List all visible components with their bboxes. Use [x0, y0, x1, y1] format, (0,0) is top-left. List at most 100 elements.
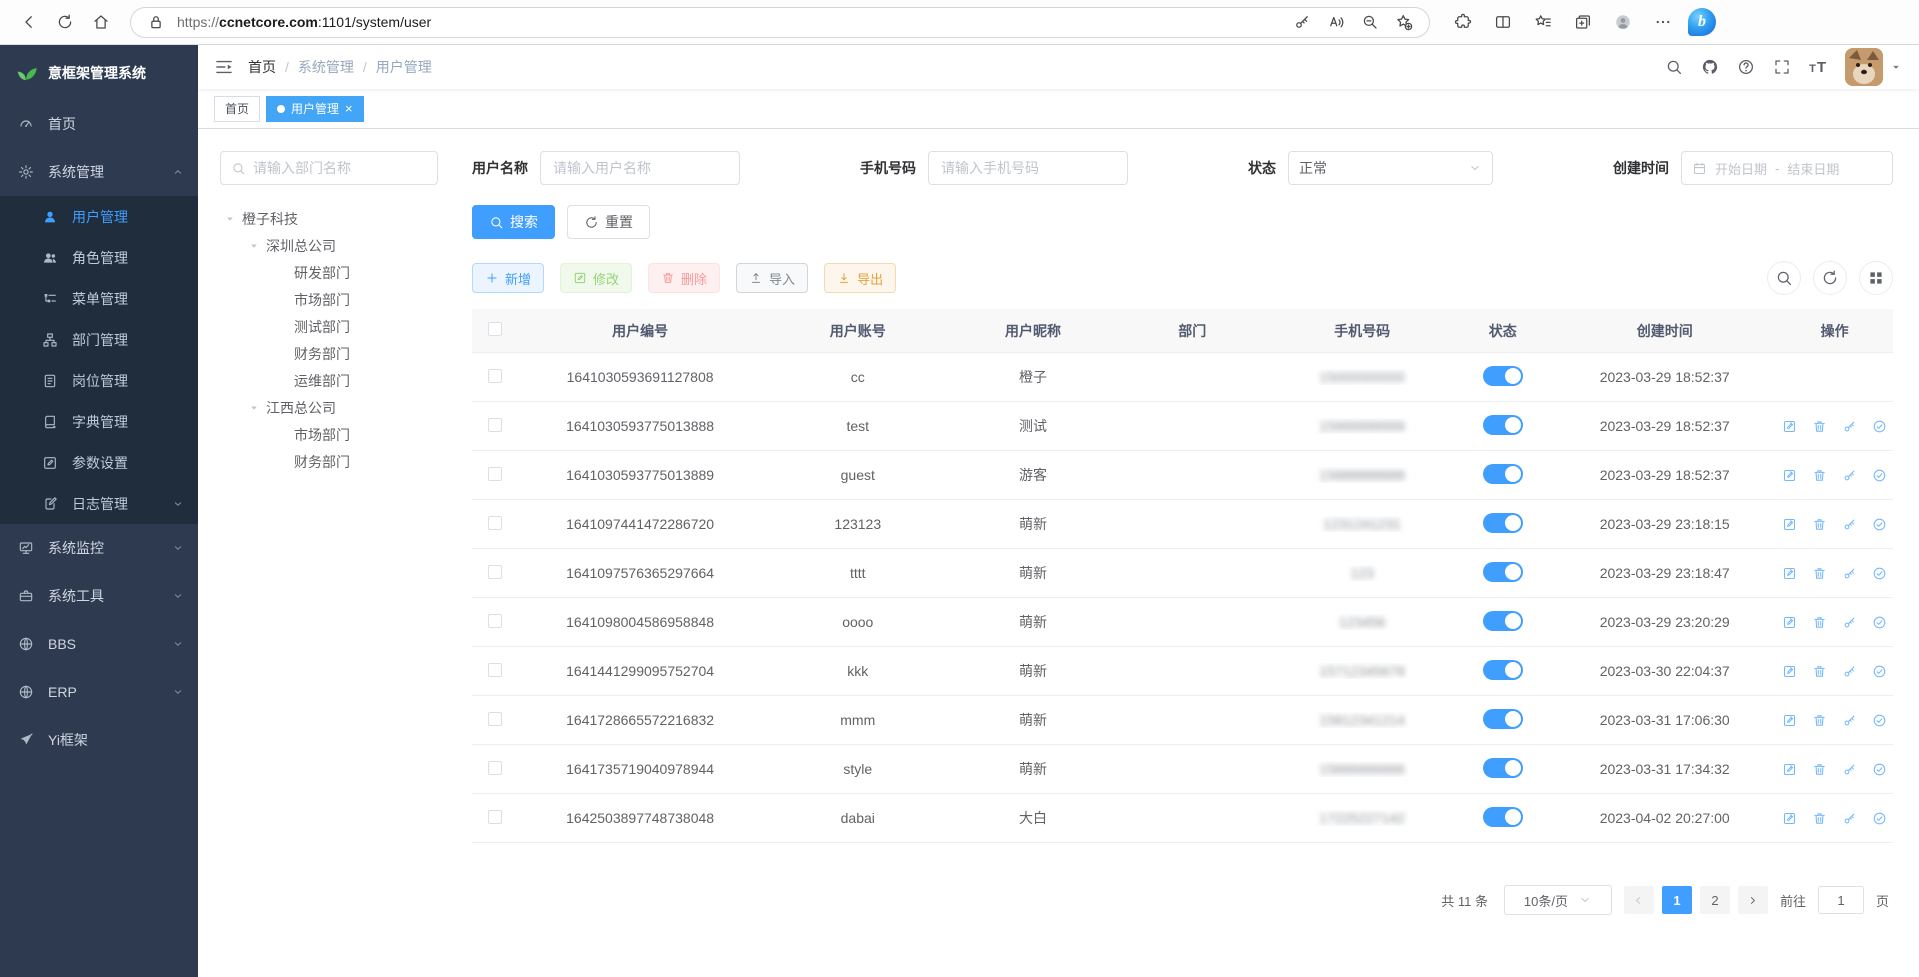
- delete-row-icon[interactable]: [1812, 517, 1827, 532]
- sidebar-item-用户管理[interactable]: 用户管理: [0, 196, 198, 237]
- tab-首页[interactable]: 首页: [214, 96, 260, 122]
- edit-row-icon[interactable]: [1782, 762, 1797, 777]
- status-toggle[interactable]: [1483, 464, 1523, 484]
- sidebar-item-Yi框架[interactable]: Yi框架: [0, 716, 198, 764]
- sidebar-item-角色管理[interactable]: 角色管理: [0, 237, 198, 278]
- row-checkbox[interactable]: [488, 369, 502, 383]
- export-button[interactable]: 导出: [824, 263, 896, 293]
- status-toggle[interactable]: [1483, 709, 1523, 729]
- read-aloud-icon[interactable]: [1323, 9, 1349, 35]
- address-bar[interactable]: https://ccnetcore.com:1101/system/user: [130, 7, 1430, 38]
- reset-password-icon[interactable]: [1842, 664, 1857, 679]
- row-checkbox[interactable]: [488, 614, 502, 628]
- reset-password-icon[interactable]: [1842, 615, 1857, 630]
- sidebar-item-ERP[interactable]: ERP: [0, 668, 198, 716]
- home-icon[interactable]: [86, 7, 116, 37]
- edit-row-icon[interactable]: [1782, 615, 1797, 630]
- edit-row-icon[interactable]: [1782, 468, 1797, 483]
- extensions-icon[interactable]: [1448, 7, 1478, 37]
- tree-node-深圳总公司[interactable]: 深圳总公司: [220, 232, 438, 259]
- dept-search-input[interactable]: [253, 160, 427, 176]
- status-toggle[interactable]: [1483, 366, 1523, 386]
- edit-row-icon[interactable]: [1782, 566, 1797, 581]
- edit-row-icon[interactable]: [1782, 713, 1797, 728]
- sidebar-item-字典管理[interactable]: 字典管理: [0, 401, 198, 442]
- sidebar-item-系统管理[interactable]: 系统管理: [0, 148, 198, 196]
- reset-password-icon[interactable]: [1842, 468, 1857, 483]
- sidebar-item-BBS[interactable]: BBS: [0, 620, 198, 668]
- tree-node-市场部门[interactable]: 市场部门: [220, 286, 438, 313]
- toggle-search-button[interactable]: [1767, 261, 1801, 295]
- reset-password-icon[interactable]: [1842, 762, 1857, 777]
- font-size-icon[interactable]: TT: [1809, 59, 1827, 76]
- sidebar-item-菜单管理[interactable]: 菜单管理: [0, 278, 198, 319]
- reset-password-icon[interactable]: [1842, 566, 1857, 581]
- select-all-checkbox[interactable]: [488, 322, 502, 336]
- assign-role-icon[interactable]: [1872, 468, 1887, 483]
- delete-row-icon[interactable]: [1812, 762, 1827, 777]
- edit-row-icon[interactable]: [1782, 419, 1797, 434]
- assign-role-icon[interactable]: [1872, 762, 1887, 777]
- status-toggle[interactable]: [1483, 807, 1523, 827]
- delete-row-icon[interactable]: [1812, 713, 1827, 728]
- status-toggle[interactable]: [1483, 415, 1523, 435]
- delete-button[interactable]: 删除: [648, 263, 720, 293]
- sidebar-item-部门管理[interactable]: 部门管理: [0, 319, 198, 360]
- reset-password-icon[interactable]: [1842, 713, 1857, 728]
- tree-node-橙子科技[interactable]: 橙子科技: [220, 205, 438, 232]
- tree-expand-caret-icon[interactable]: [248, 402, 260, 414]
- breadcrumb-item[interactable]: 系统管理: [298, 57, 354, 77]
- delete-row-icon[interactable]: [1812, 419, 1827, 434]
- next-page-button[interactable]: [1738, 886, 1768, 914]
- split-screen-icon[interactable]: [1488, 7, 1518, 37]
- refresh-icon[interactable]: [50, 7, 80, 37]
- assign-role-icon[interactable]: [1872, 615, 1887, 630]
- password-key-icon[interactable]: [1289, 9, 1315, 35]
- avatar[interactable]: [1845, 48, 1883, 86]
- tree-node-运维部门[interactable]: 运维部门: [220, 367, 438, 394]
- assign-role-icon[interactable]: [1872, 517, 1887, 532]
- tree-node-财务部门[interactable]: 财务部门: [220, 448, 438, 475]
- phone-input[interactable]: [928, 151, 1128, 185]
- status-toggle[interactable]: [1483, 758, 1523, 778]
- search-button[interactable]: 搜索: [472, 205, 555, 239]
- zoom-out-icon[interactable]: [1357, 9, 1383, 35]
- import-button[interactable]: 导入: [736, 263, 808, 293]
- sidebar-toggle-icon[interactable]: [214, 57, 234, 77]
- browser-menu-icon[interactable]: [1648, 7, 1678, 37]
- breadcrumb-item[interactable]: 首页: [248, 57, 276, 77]
- assign-role-icon[interactable]: [1872, 811, 1887, 826]
- status-select[interactable]: 正常: [1288, 151, 1493, 185]
- sidebar-item-系统工具[interactable]: 系统工具: [0, 572, 198, 620]
- row-checkbox[interactable]: [488, 712, 502, 726]
- assign-role-icon[interactable]: [1872, 713, 1887, 728]
- sidebar-item-岗位管理[interactable]: 岗位管理: [0, 360, 198, 401]
- delete-row-icon[interactable]: [1812, 566, 1827, 581]
- assign-role-icon[interactable]: [1872, 566, 1887, 581]
- prev-page-button[interactable]: [1624, 886, 1654, 914]
- sidebar-item-参数设置[interactable]: 参数设置: [0, 442, 198, 483]
- status-toggle[interactable]: [1483, 562, 1523, 582]
- username-input[interactable]: [540, 151, 740, 185]
- page-size-select[interactable]: 10条/页: [1504, 885, 1612, 915]
- delete-row-icon[interactable]: [1812, 468, 1827, 483]
- page-button-2[interactable]: 2: [1700, 886, 1730, 914]
- header-search-icon[interactable]: [1665, 58, 1683, 76]
- tree-node-江西总公司[interactable]: 江西总公司: [220, 394, 438, 421]
- status-toggle[interactable]: [1483, 611, 1523, 631]
- tree-node-市场部门[interactable]: 市场部门: [220, 421, 438, 448]
- bing-chat-icon[interactable]: b: [1688, 8, 1716, 36]
- row-checkbox[interactable]: [488, 516, 502, 530]
- column-settings-button[interactable]: [1859, 261, 1893, 295]
- github-icon[interactable]: [1701, 58, 1719, 76]
- tree-node-财务部门[interactable]: 财务部门: [220, 340, 438, 367]
- dept-search-field[interactable]: [220, 151, 438, 185]
- tree-expand-caret-icon[interactable]: [248, 240, 260, 252]
- row-checkbox[interactable]: [488, 810, 502, 824]
- reset-password-icon[interactable]: [1842, 419, 1857, 434]
- fullscreen-icon[interactable]: [1773, 58, 1791, 76]
- tab-用户管理[interactable]: 用户管理×: [266, 96, 364, 122]
- tree-node-测试部门[interactable]: 测试部门: [220, 313, 438, 340]
- row-checkbox[interactable]: [488, 467, 502, 481]
- close-tab-icon[interactable]: ×: [345, 102, 353, 115]
